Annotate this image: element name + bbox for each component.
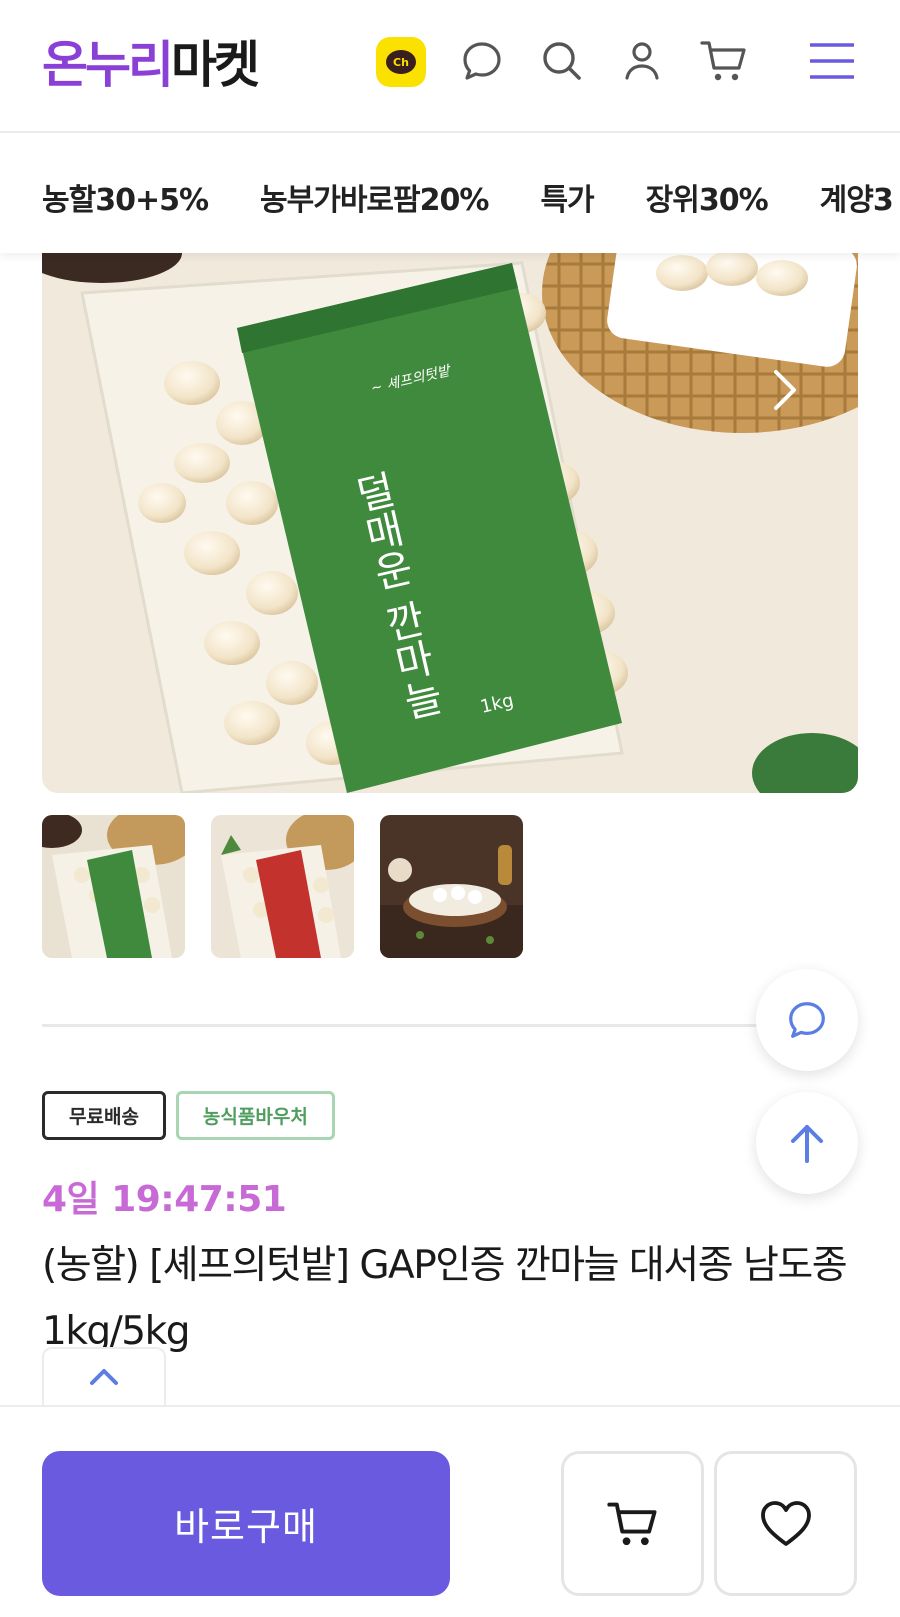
- cart-icon[interactable]: [696, 33, 752, 89]
- floating-chat-button[interactable]: [756, 969, 858, 1071]
- buy-now-button[interactable]: 바로구매: [42, 1451, 450, 1596]
- kakao-channel-icon[interactable]: Ch: [376, 37, 426, 87]
- search-icon[interactable]: [534, 33, 590, 89]
- logo[interactable]: 온누리 마켓: [42, 26, 260, 96]
- chat-icon: [789, 1002, 825, 1038]
- category-item[interactable]: 농할30+5%: [42, 175, 209, 219]
- free-shipping-badge: 무료배송: [42, 1091, 166, 1140]
- header: 온누리 마켓 Ch: [0, 0, 900, 133]
- voucher-badge: 농식품바우처: [175, 1091, 335, 1140]
- heart-icon: [760, 1500, 811, 1546]
- collapse-tab[interactable]: [42, 1347, 166, 1405]
- add-to-cart-button[interactable]: [561, 1451, 704, 1596]
- user-icon[interactable]: [614, 33, 670, 89]
- wishlist-button[interactable]: [714, 1451, 857, 1596]
- logo-text-part2: 마켓: [171, 36, 260, 94]
- product-main-image[interactable]: ~ 셰프의텃밭 덜매운 깐마늘 1kg: [42, 253, 858, 793]
- section-divider: [42, 1024, 772, 1027]
- category-nav: 농할30+5% 농부가바로팜20% 특가 장위30% 계양3: [0, 133, 900, 253]
- thumbnail-1[interactable]: [42, 815, 185, 958]
- category-item[interactable]: 계양3: [820, 175, 894, 219]
- chevron-up-icon: [90, 1369, 118, 1385]
- category-item[interactable]: 농부가바로팜20%: [260, 175, 489, 219]
- bottom-action-bar: 바로구매: [0, 1405, 900, 1617]
- thumbnail-strip: [42, 815, 523, 958]
- logo-text-part1: 온누리: [42, 36, 174, 94]
- menu-icon[interactable]: [804, 33, 860, 89]
- chat-icon[interactable]: [454, 33, 510, 89]
- cart-icon: [606, 1502, 656, 1545]
- thumbnail-2[interactable]: [211, 815, 354, 958]
- thumbnail-3[interactable]: [380, 815, 523, 958]
- countdown-timer: 4일 19:47:51: [42, 1179, 287, 1220]
- category-item[interactable]: 장위30%: [646, 175, 769, 219]
- scroll-to-top-button[interactable]: [756, 1092, 858, 1194]
- next-image-arrow[interactable]: [770, 368, 800, 416]
- category-item[interactable]: 특가: [540, 175, 594, 219]
- product-badges: 무료배송 농식품바우처: [42, 1091, 335, 1140]
- arrow-up-icon: [791, 1125, 823, 1163]
- kakao-channel-label: Ch: [386, 50, 416, 74]
- product-title: (농할) [셰프의텃밭] GAP인증 깐마늘 대서종 남도종 1kg/5kg: [42, 1243, 848, 1354]
